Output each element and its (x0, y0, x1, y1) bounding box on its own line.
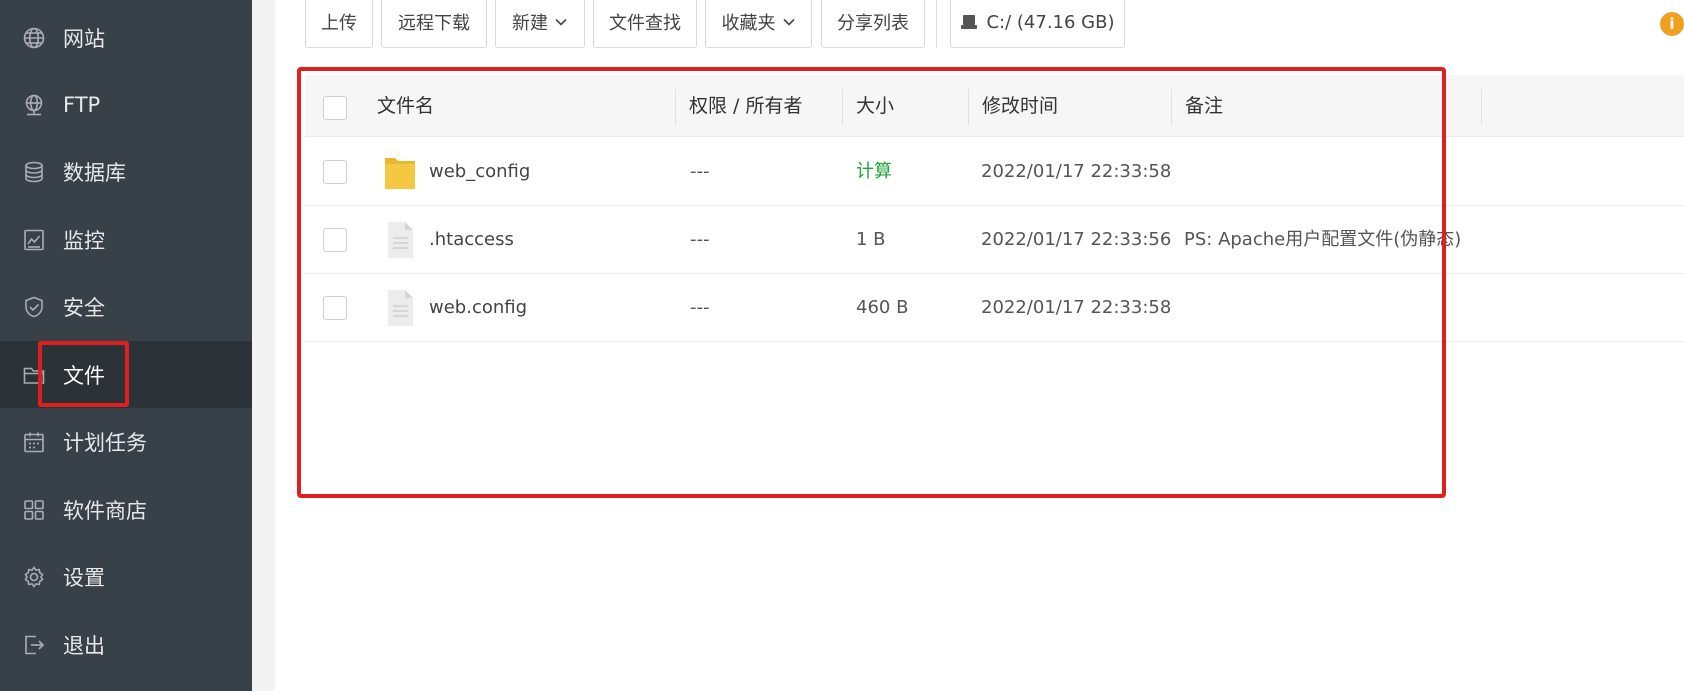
column-divider (1171, 89, 1172, 125)
sidebar-item-security[interactable]: 安全 (0, 273, 252, 340)
hard-disk-icon (960, 14, 978, 30)
file-table: 文件名 权限 / 所有者 大小 修改时间 备注 web_config --- 计… (275, 67, 1684, 691)
favorites-dropdown-button[interactable]: 收藏夹 (705, 0, 812, 48)
calculate-size-link[interactable]: 计算 (856, 138, 892, 205)
file-remark: PS: Apache用户配置文件(伪静态) (1184, 229, 1462, 250)
disk-button[interactable]: C:/ (47.16 GB) (950, 0, 1125, 48)
remote-download-button[interactable]: 远程下载 (381, 0, 487, 48)
app: 网站 FTP 数据库 监控 安全 文件 计划任务 软件商店 设置 退出 上传 远… (0, 0, 1684, 691)
logout-icon (22, 633, 46, 657)
sidebar-item-database[interactable]: 数据库 (0, 138, 252, 205)
toolbar-divider (936, 0, 937, 48)
column-divider (968, 89, 969, 125)
column-divider (675, 89, 676, 125)
file-modified: 2022/01/17 22:33:58 (981, 297, 1172, 318)
file-size: 1 B (856, 229, 886, 250)
file-icon (383, 220, 417, 260)
shield-icon (22, 295, 46, 319)
file-permission: --- (690, 161, 710, 182)
sidebar-item-settings[interactable]: 设置 (0, 543, 252, 610)
share-list-button[interactable]: 分享列表 (821, 0, 925, 48)
ftp-icon (22, 93, 46, 117)
sidebar-item-label: 设置 (63, 565, 105, 590)
sidebar-item-app-store[interactable]: 软件商店 (0, 476, 252, 543)
file-name[interactable]: web.config (429, 274, 527, 341)
sidebar-item-label: 网站 (63, 26, 105, 51)
table-row[interactable]: web_config --- 计算 2022/01/17 22:33:58 (305, 138, 1684, 206)
new-dropdown-button[interactable]: 新建 (495, 0, 585, 48)
sidebar-item-website[interactable]: 网站 (0, 4, 252, 71)
sidebar-item-logout[interactable]: 退出 (0, 611, 252, 678)
info-icon[interactable]: i (1660, 12, 1684, 36)
folder-icon (383, 152, 417, 192)
favorites-label: 收藏夹 (721, 13, 776, 34)
chevron-down-icon (554, 15, 568, 29)
file-name[interactable]: web_config (429, 138, 530, 205)
sidebar-item-files[interactable]: 文件 (0, 341, 252, 408)
sidebar-item-label: FTP (63, 92, 101, 117)
row-checkbox[interactable] (323, 228, 347, 252)
main-content: 上传 远程下载 新建 文件查找 收藏夹 分享列表 C:/ (47.16 GB) … (275, 0, 1684, 691)
row-checkbox[interactable] (323, 160, 347, 184)
row-checkbox[interactable] (323, 296, 347, 320)
column-divider (1481, 89, 1482, 125)
table-row[interactable]: .htaccess --- 1 B 2022/01/17 22:33:56 PS… (305, 206, 1684, 274)
new-label: 新建 (512, 13, 548, 34)
column-header-modified[interactable]: 修改时间 (982, 75, 1058, 137)
file-search-button[interactable]: 文件查找 (593, 0, 697, 48)
table-row[interactable]: web.config --- 460 B 2022/01/17 22:33:58 (305, 274, 1684, 342)
gear-icon (22, 565, 46, 589)
sidebar-item-label: 数据库 (63, 160, 126, 185)
file-icon (383, 288, 417, 328)
sidebar-item-label: 文件 (63, 363, 105, 388)
table-header: 文件名 权限 / 所有者 大小 修改时间 备注 (305, 75, 1684, 137)
globe-icon (22, 26, 46, 50)
column-header-permission[interactable]: 权限 / 所有者 (689, 75, 802, 137)
file-modified: 2022/01/17 22:33:56 (981, 229, 1172, 250)
upload-button[interactable]: 上传 (305, 0, 373, 48)
database-icon (22, 160, 46, 184)
column-header-size[interactable]: 大小 (856, 75, 894, 137)
monitor-icon (22, 228, 46, 252)
disk-label: C:/ (47.16 GB) (986, 11, 1115, 33)
sidebar-item-label: 计划任务 (63, 430, 147, 455)
sidebar-item-ftp[interactable]: FTP (0, 71, 252, 138)
file-toolbar: 上传 远程下载 新建 文件查找 收藏夹 分享列表 C:/ (47.16 GB) … (275, 0, 1684, 48)
calendar-icon (22, 430, 46, 454)
column-header-remark[interactable]: 备注 (1185, 75, 1223, 137)
sidebar-item-label: 退出 (63, 633, 105, 658)
file-permission: --- (690, 229, 710, 250)
sidebar-item-label: 软件商店 (63, 498, 147, 523)
file-modified: 2022/01/17 22:33:58 (981, 161, 1172, 182)
file-permission: --- (690, 297, 710, 318)
gutter (252, 0, 275, 691)
folder-icon (22, 363, 46, 387)
column-divider (842, 89, 843, 125)
grid-icon (22, 498, 46, 522)
file-size: 460 B (856, 297, 909, 318)
select-all-checkbox[interactable] (323, 96, 347, 120)
sidebar: 网站 FTP 数据库 监控 安全 文件 计划任务 软件商店 设置 退出 (0, 0, 252, 691)
file-name[interactable]: .htaccess (429, 206, 514, 273)
sidebar-item-label: 安全 (63, 295, 105, 320)
chevron-down-icon (782, 15, 796, 29)
sidebar-item-monitor[interactable]: 监控 (0, 206, 252, 273)
sidebar-item-cron[interactable]: 计划任务 (0, 408, 252, 475)
column-header-name[interactable]: 文件名 (377, 75, 434, 137)
sidebar-item-label: 监控 (63, 228, 105, 253)
